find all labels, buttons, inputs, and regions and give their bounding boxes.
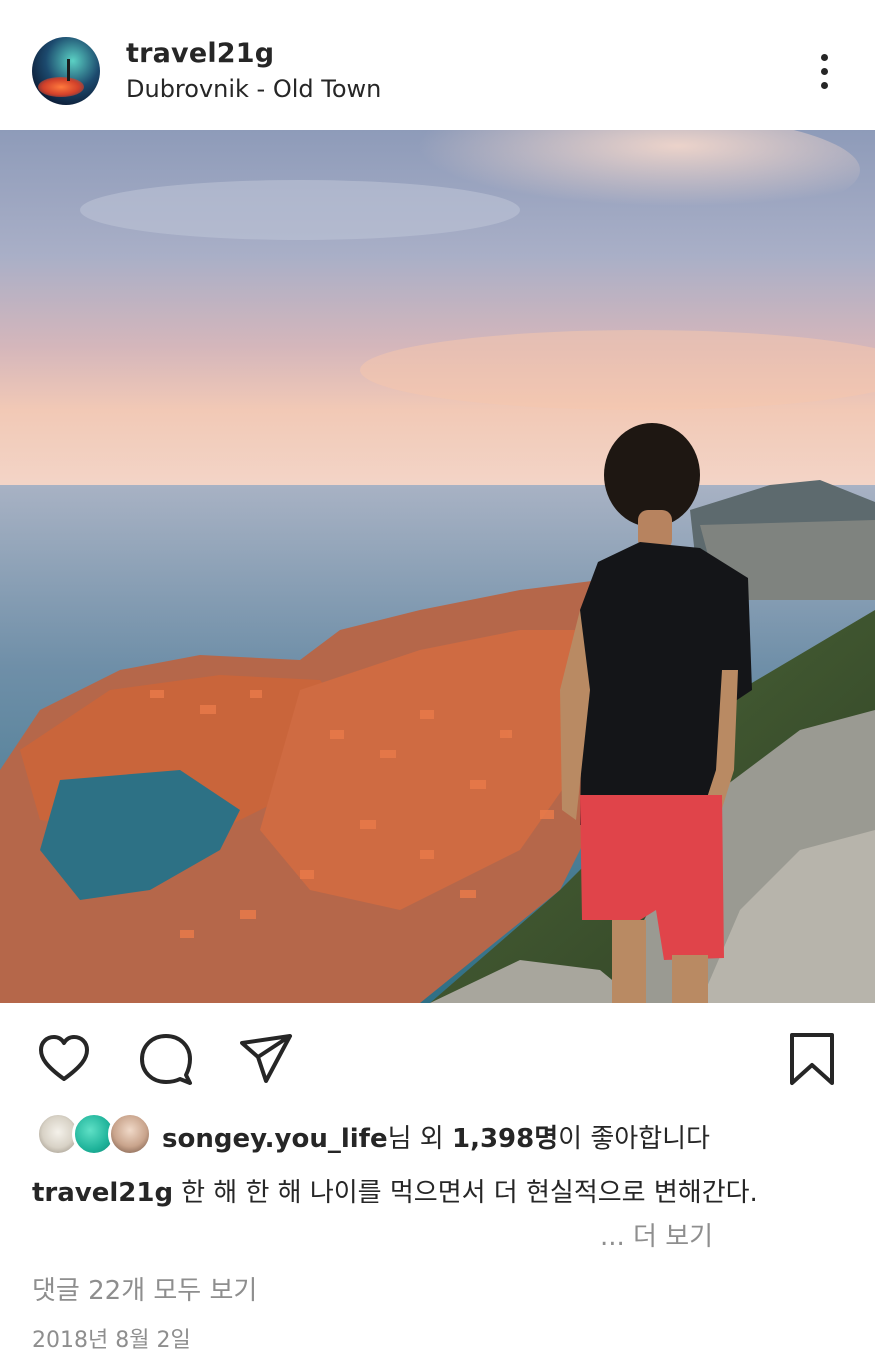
caption-username[interactable]: travel21g xyxy=(32,1178,173,1208)
post-photo[interactable] xyxy=(0,130,875,1003)
avatar[interactable] xyxy=(32,37,100,105)
post-date: 2018년 8월 2일 xyxy=(32,1328,191,1353)
likes-count[interactable]: 1,398명 xyxy=(452,1124,558,1154)
likes-text[interactable]: songey.you_life님 외 1,398명이 좋아합니다 xyxy=(162,1118,710,1155)
liker-username[interactable]: songey.you_life xyxy=(162,1124,388,1154)
more-options-icon[interactable] xyxy=(804,48,844,94)
caption-more-link[interactable]: ... 더 보기 xyxy=(600,1216,713,1253)
action-bar xyxy=(0,1003,875,1107)
caption-text: 한 해 한 해 나이를 먹으면서 더 현실적으로 변해간다. xyxy=(181,1178,758,1208)
liker-avatars xyxy=(36,1112,152,1156)
likes-row[interactable]: songey.you_life님 외 1,398명이 좋아합니다 xyxy=(32,1110,852,1158)
avatar-glow xyxy=(38,77,84,97)
view-all-comments-link[interactable]: 댓글 22개 모두 보기 xyxy=(32,1270,257,1307)
paper-plane-icon[interactable] xyxy=(238,1031,294,1087)
likes-suffix-1: 님 외 xyxy=(387,1124,452,1154)
likes-suffix-2: 이 좋아합니다 xyxy=(558,1124,710,1154)
post-location[interactable]: Dubrovnik - Old Town xyxy=(126,75,381,103)
post-username[interactable]: travel21g xyxy=(126,38,274,69)
liker-avatar xyxy=(108,1112,152,1156)
caption: travel21g 한 해 한 해 나이를 먹으면서 더 현실적으로 변해간다. xyxy=(32,1172,758,1209)
heart-icon[interactable] xyxy=(36,1031,92,1087)
comment-bubble-icon[interactable] xyxy=(138,1031,194,1087)
avatar-figure xyxy=(67,59,70,81)
post-header: travel21g Dubrovnik - Old Town xyxy=(0,0,875,130)
bookmark-icon[interactable] xyxy=(784,1031,840,1087)
